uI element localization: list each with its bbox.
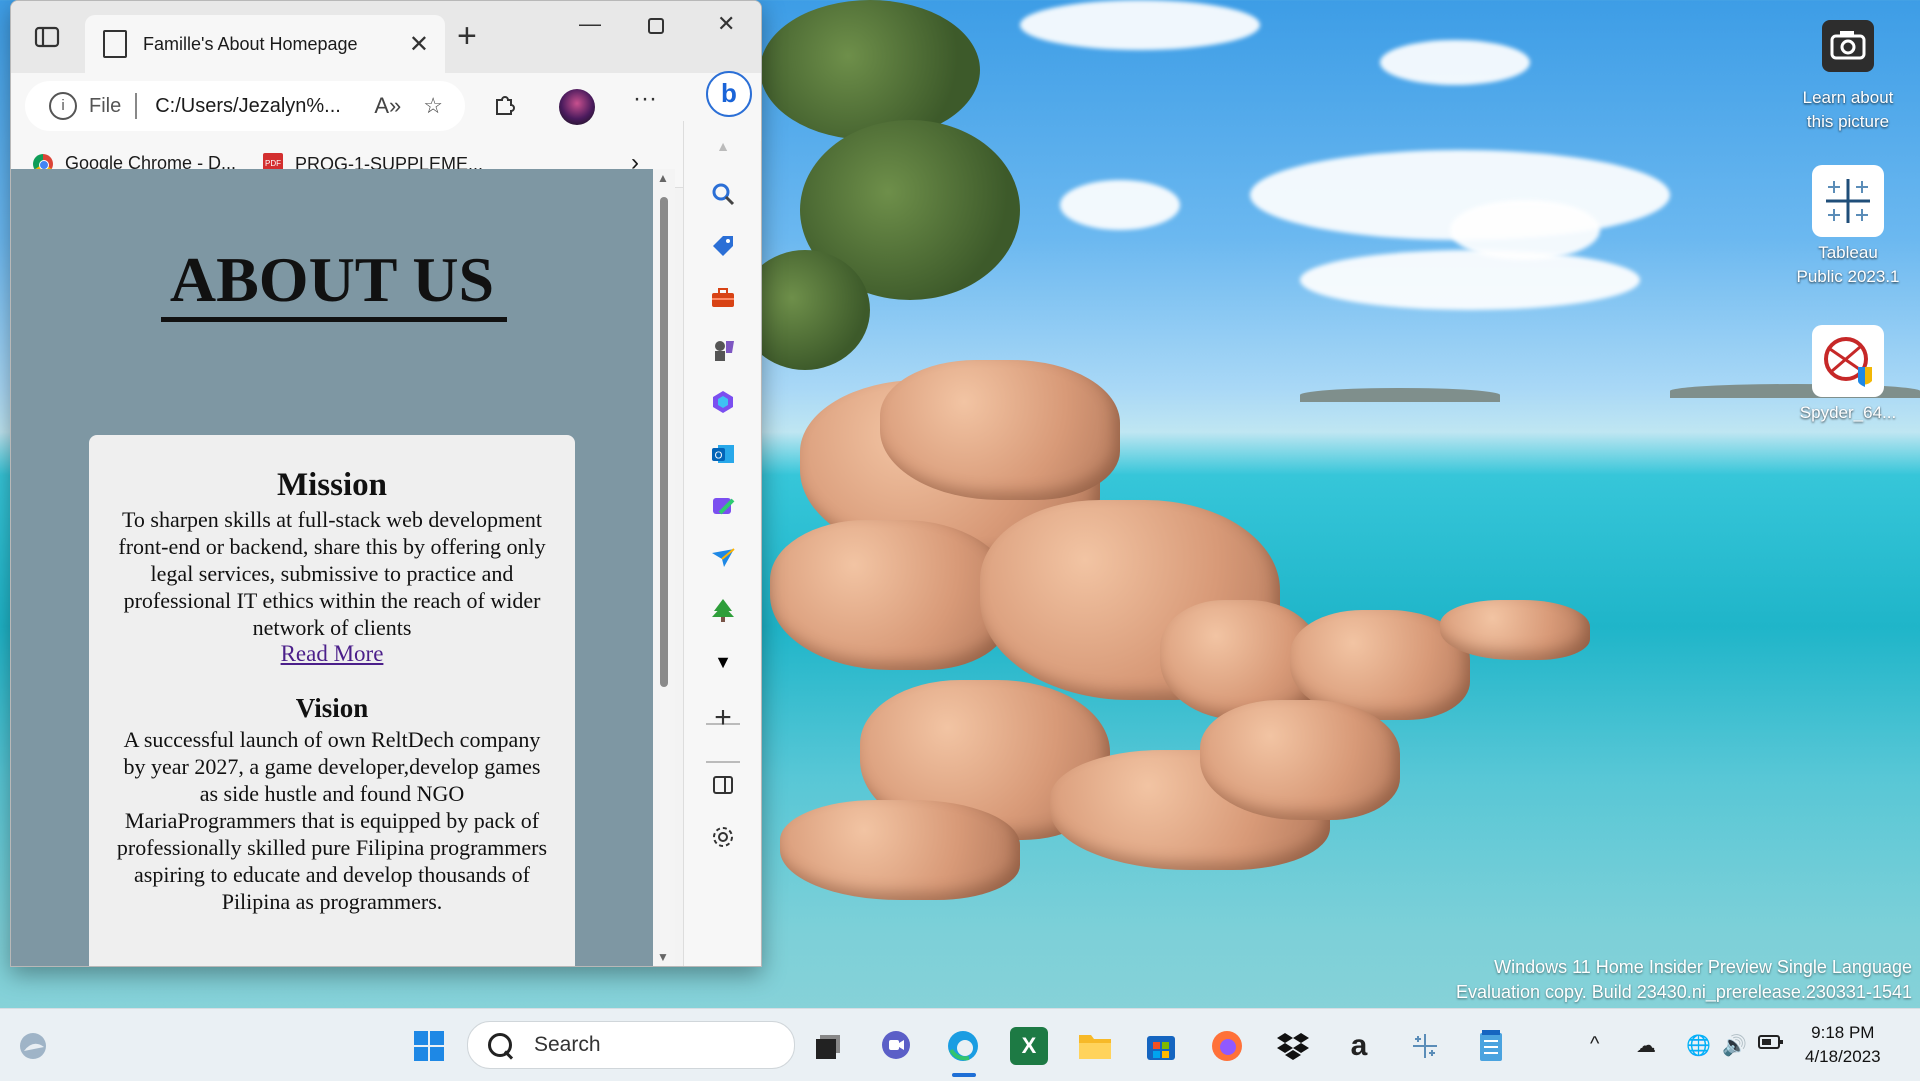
address-bar[interactable]: i File C:/Users/Jezalyn%... A» ☆ — [25, 81, 465, 131]
edge-browser-window: Famille's About Homepage ✕ + — ✕ i File … — [10, 0, 762, 967]
search-icon — [488, 1033, 512, 1057]
tab-active[interactable]: Famille's About Homepage ✕ — [85, 15, 445, 73]
clock-date: 4/18/2023 — [1805, 1047, 1881, 1066]
microsoft-365-icon[interactable] — [708, 389, 738, 419]
add-favorite-icon[interactable]: ☆ — [423, 93, 443, 119]
games-icon[interactable] — [708, 337, 738, 367]
desktop-icon-label: Spyder_64... — [1799, 403, 1897, 422]
tree-icon[interactable] — [708, 597, 738, 627]
mission-title: Mission — [276, 467, 388, 503]
close-tab-icon[interactable]: ✕ — [409, 30, 429, 59]
clock-time: 9:18 PM — [1811, 1023, 1875, 1042]
new-tab-icon[interactable]: + — [457, 17, 477, 56]
split-screen-icon[interactable] — [708, 773, 738, 803]
taskbar-search[interactable]: Search — [467, 1021, 795, 1069]
scroll-thumb[interactable] — [660, 197, 668, 687]
scroll-down-icon[interactable]: ▼ — [657, 950, 669, 964]
drop-send-icon[interactable] — [708, 545, 738, 575]
heading-underline — [161, 317, 507, 322]
taskbar: Search X a ^ ☁ 🌐 🔊 9:18 PM 4/18/2023 — [0, 1008, 1920, 1081]
web-page-content: ABOUT US Mission To sharpen skills at fu… — [11, 169, 653, 966]
watermark-line-1: Windows 11 Home Insider Preview Single L… — [1494, 957, 1912, 977]
amazon-icon[interactable]: a — [1340, 1027, 1378, 1065]
teams-chat-icon[interactable] — [877, 1027, 915, 1065]
about-card: Mission To sharpen skills at full-stack … — [89, 435, 575, 966]
address-toolbar: i File C:/Users/Jezalyn%... A» ☆ ··· — [11, 73, 761, 141]
chevron-up-icon[interactable]: ^ — [1590, 1033, 1599, 1056]
tab-title: Famille's About Homepage — [143, 33, 358, 54]
vision-title: Vision — [295, 693, 369, 723]
add-sidebar-app-icon[interactable]: + — [708, 703, 738, 733]
page-scrollbar[interactable]: ▲ ▼ — [653, 169, 675, 966]
camera-icon — [1812, 10, 1884, 82]
dropbox-icon[interactable] — [1274, 1027, 1312, 1065]
search-icon[interactable] — [708, 181, 738, 211]
read-aloud-icon[interactable]: A» — [374, 93, 401, 119]
svg-text:O: O — [715, 451, 723, 462]
volume-icon[interactable]: 🔊 — [1722, 1033, 1747, 1058]
excel-icon[interactable]: X — [1010, 1027, 1048, 1065]
maximize-icon[interactable] — [647, 15, 665, 41]
tools-icon[interactable] — [708, 285, 738, 315]
document-icon — [103, 30, 127, 58]
address-url[interactable]: C:/Users/Jezalyn%... — [155, 95, 374, 118]
gear-icon[interactable] — [708, 825, 738, 855]
active-app-indicator — [952, 1073, 976, 1077]
designer-icon[interactable] — [708, 493, 738, 523]
tableau-icon — [1812, 165, 1884, 237]
notepad-icon[interactable] — [1472, 1027, 1510, 1065]
outlook-icon[interactable]: O — [708, 441, 738, 471]
system-clock[interactable]: 9:18 PM 4/18/2023 — [1805, 1021, 1881, 1069]
weather-widget-icon[interactable] — [14, 1027, 52, 1065]
file-explorer-icon[interactable] — [1076, 1027, 1114, 1065]
profile-avatar[interactable] — [559, 89, 595, 125]
microsoft-store-icon[interactable] — [1142, 1027, 1180, 1065]
start-icon[interactable] — [410, 1027, 448, 1065]
close-window-icon[interactable]: ✕ — [717, 11, 735, 37]
edge-taskbar-icon[interactable] — [944, 1027, 982, 1065]
watermark-line-2: Evaluation copy. Build 23430.ni_prerelea… — [1455, 982, 1912, 1002]
more-options-icon[interactable]: ··· — [633, 85, 657, 113]
minimize-icon[interactable]: — — [579, 11, 601, 37]
vision-text: A successful launch of own ReltDech comp… — [116, 727, 548, 914]
info-icon[interactable]: i — [49, 92, 77, 120]
address-scheme: File — [89, 94, 122, 117]
shopping-tag-icon[interactable] — [708, 233, 738, 263]
scroll-up-icon[interactable]: ▲ — [657, 171, 669, 185]
desktop-icon-tableau[interactable]: Tableau Public 2023.1 — [1793, 165, 1903, 289]
mission-text: To sharpen skills at full-stack web deve… — [118, 507, 546, 640]
desktop-icon-learn-about-picture[interactable]: Learn about this picture — [1793, 10, 1903, 134]
bing-copilot-icon[interactable]: b — [706, 71, 752, 117]
read-more-link[interactable]: Read More — [281, 641, 384, 666]
page-heading: ABOUT US — [169, 244, 495, 315]
sidebar-scroll-up-icon[interactable]: ▲ — [708, 131, 738, 161]
tab-actions-icon[interactable] — [33, 23, 61, 51]
tab-strip: Famille's About Homepage ✕ + — ✕ — [11, 1, 761, 73]
sidebar-divider — [706, 761, 740, 763]
desktop-icon-label: Learn about this picture — [1802, 88, 1894, 131]
battery-icon[interactable] — [1758, 1033, 1784, 1056]
desktop-icon-label: Tableau Public 2023.1 — [1796, 243, 1900, 286]
extensions-icon[interactable] — [491, 91, 517, 124]
tableau-taskbar-icon[interactable] — [1406, 1027, 1444, 1065]
search-placeholder: Search — [534, 1033, 601, 1056]
address-divider — [135, 93, 138, 119]
task-view-icon[interactable] — [810, 1027, 848, 1065]
firefox-icon[interactable] — [1208, 1027, 1246, 1065]
globe-icon[interactable]: 🌐 — [1686, 1033, 1711, 1058]
desktop-icon-spyder[interactable]: Spyder_64... — [1793, 325, 1903, 425]
onedrive-icon[interactable]: ☁ — [1636, 1033, 1656, 1058]
chevron-down-icon[interactable]: ▼ — [708, 647, 738, 677]
edge-sidebar: ▲ O ▼ + — [683, 121, 760, 966]
spyder-icon — [1812, 325, 1884, 397]
windows-watermark: Windows 11 Home Insider Preview Single L… — [1456, 955, 1912, 1005]
